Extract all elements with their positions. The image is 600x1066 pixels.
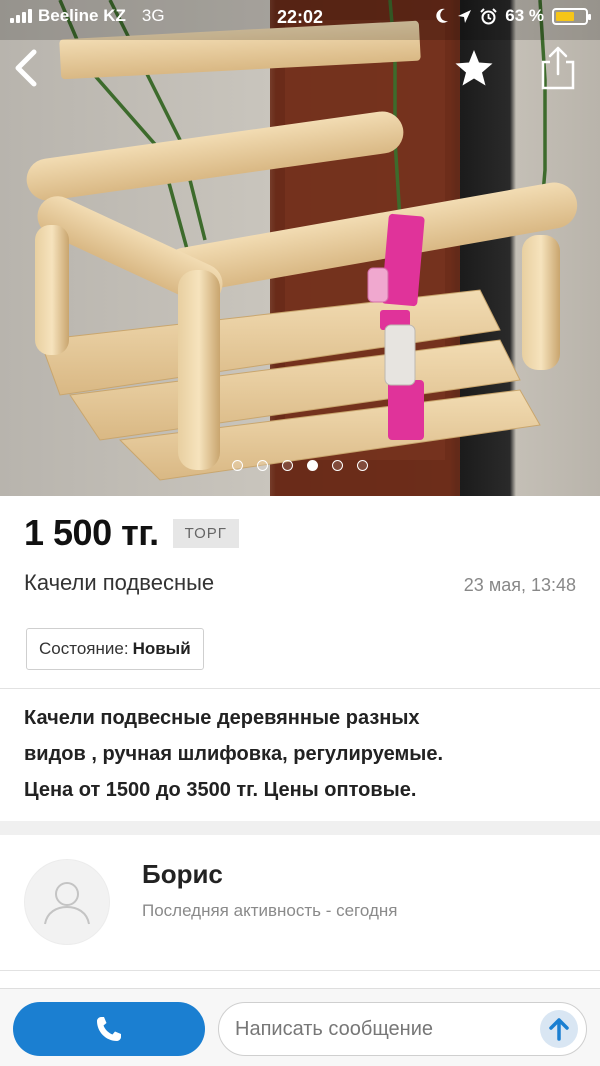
status-bar: Beeline KZ 3G 22:02 63 % <box>0 0 600 34</box>
alarm-icon <box>480 7 497 24</box>
pager-dot[interactable] <box>282 460 293 471</box>
battery-fill <box>556 11 574 21</box>
seller-name[interactable]: Борис <box>142 859 223 890</box>
phone-icon <box>97 1017 121 1041</box>
battery-icon <box>552 7 591 25</box>
favorite-button[interactable] <box>452 46 496 90</box>
share-button[interactable] <box>536 44 580 92</box>
status-right: 63 % <box>435 6 591 26</box>
price: 1 500 тг. <box>24 512 159 553</box>
share-icon <box>541 46 575 90</box>
user-icon <box>44 882 90 925</box>
price-row: 1 500 тг. ТОРГ <box>24 512 239 554</box>
divider <box>0 970 600 971</box>
pager-dot[interactable] <box>332 460 343 471</box>
moon-icon <box>436 8 449 23</box>
star-icon <box>455 50 493 86</box>
call-button[interactable] <box>13 1002 205 1056</box>
gallery-pager[interactable] <box>0 460 600 471</box>
divider <box>0 688 600 689</box>
action-bar <box>0 988 600 1066</box>
back-button[interactable] <box>8 44 48 92</box>
section-separator <box>0 821 600 835</box>
swing-photo <box>0 0 600 496</box>
condition-label: Состояние: <box>39 639 129 658</box>
condition-value: Новый <box>132 639 191 658</box>
seller-activity: Последняя активность - сегодня <box>142 901 398 920</box>
message-input[interactable] <box>218 1002 587 1056</box>
pager-dot[interactable] <box>357 460 368 471</box>
seller-card[interactable]: Борис Последняя активность - сегодня <box>0 835 600 970</box>
negotiable-badge: ТОРГ <box>172 518 239 548</box>
condition-tag: Состояние: Новый <box>26 628 204 670</box>
arrow-up-icon <box>549 1018 569 1041</box>
listing-photo[interactable]: Beeline KZ 3G 22:02 63 % <box>0 0 600 496</box>
listing-description: Качели подвесные деревянные разных видов… <box>24 707 444 801</box>
chevron-left-icon <box>15 49 37 87</box>
pager-dot[interactable] <box>307 460 318 471</box>
battery-percent: 63 % <box>505 6 544 25</box>
pager-dot[interactable] <box>257 460 268 471</box>
avatar[interactable] <box>24 859 110 945</box>
send-button[interactable] <box>540 1010 578 1048</box>
location-arrow-icon <box>458 9 472 23</box>
pager-dot[interactable] <box>232 460 243 471</box>
listing-date: 23 мая, 13:48 <box>463 575 576 595</box>
listing-title: Качели подвесные <box>24 570 215 595</box>
